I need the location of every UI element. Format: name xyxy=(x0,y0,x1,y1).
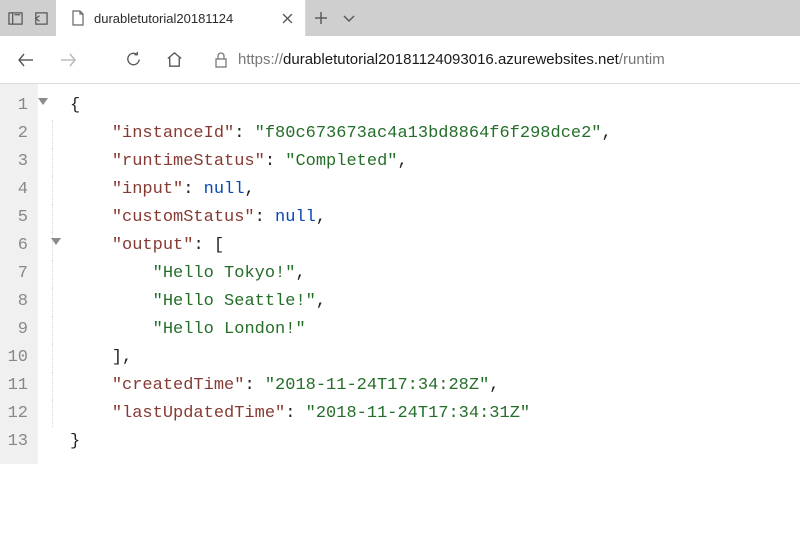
lock-icon xyxy=(214,52,228,68)
forward-button[interactable] xyxy=(58,50,78,70)
code-line: "Hello Seattle!", xyxy=(52,288,800,316)
refresh-button[interactable] xyxy=(124,50,143,69)
close-tab-button[interactable] xyxy=(279,10,295,26)
tab-title: durabletutorial20181124 xyxy=(94,11,271,26)
fold-toggle[interactable] xyxy=(51,238,61,245)
line-gutter: 1 2 3 4 5 6 7 8 9 10 11 12 13 xyxy=(0,84,38,464)
url-scheme: https:// xyxy=(238,51,283,68)
code-line: } xyxy=(52,428,800,456)
code-line: ], xyxy=(52,344,800,372)
code-line: { xyxy=(52,92,800,120)
new-tab-button[interactable] xyxy=(314,11,328,25)
active-tab[interactable]: durabletutorial20181124 xyxy=(56,0,306,36)
fold-toggle[interactable] xyxy=(38,98,48,105)
tab-dropdown-button[interactable] xyxy=(342,11,356,25)
url-host: durabletutorial20181124093016.azurewebsi… xyxy=(283,51,619,68)
code-line: "input": null, xyxy=(52,176,800,204)
tab-strip-actions xyxy=(306,0,364,36)
line-number: 3 xyxy=(6,148,28,176)
line-number: 4 xyxy=(6,176,28,204)
json-viewer: 1 2 3 4 5 6 7 8 9 10 11 12 13 { "instanc… xyxy=(0,84,800,464)
line-number: 7 xyxy=(6,260,28,288)
code-line: "Hello Tokyo!", xyxy=(52,260,800,288)
line-number: 6 xyxy=(6,232,28,260)
home-button[interactable] xyxy=(165,50,184,69)
line-number: 5 xyxy=(6,204,28,232)
line-number: 11 xyxy=(6,372,28,400)
code-line: "createdTime": "2018-11-24T17:34:28Z", xyxy=(52,372,800,400)
line-number: 9 xyxy=(6,316,28,344)
code-line: "Hello London!" xyxy=(52,316,800,344)
code-line: "instanceId": "f80c673673ac4a13bd8864f6f… xyxy=(52,120,800,148)
line-number: 13 xyxy=(6,428,28,456)
navbar: https://durabletutorial20181124093016.az… xyxy=(0,36,800,84)
address-bar[interactable]: https://durabletutorial20181124093016.az… xyxy=(206,51,784,68)
window-tab-controls xyxy=(0,0,56,36)
code-line: "output": [ xyxy=(52,232,800,260)
line-number: 8 xyxy=(6,288,28,316)
code-line: "customStatus": null, xyxy=(52,204,800,232)
back-button[interactable] xyxy=(16,50,36,70)
url-path: /runtim xyxy=(619,51,665,68)
line-number: 1 xyxy=(6,92,28,120)
code-block[interactable]: { "instanceId": "f80c673673ac4a13bd8864f… xyxy=(38,84,800,464)
file-icon xyxy=(70,10,86,26)
code-line: "lastUpdatedTime": "2018-11-24T17:34:31Z… xyxy=(52,400,800,428)
url-text: https://durabletutorial20181124093016.az… xyxy=(238,51,665,68)
line-number: 10 xyxy=(6,344,28,372)
line-number: 2 xyxy=(6,120,28,148)
set-aside-icon[interactable] xyxy=(33,11,48,26)
titlebar: durabletutorial20181124 xyxy=(0,0,800,36)
code-line: "runtimeStatus": "Completed", xyxy=(52,148,800,176)
tab-aside-icon[interactable] xyxy=(8,11,23,26)
line-number: 12 xyxy=(6,400,28,428)
